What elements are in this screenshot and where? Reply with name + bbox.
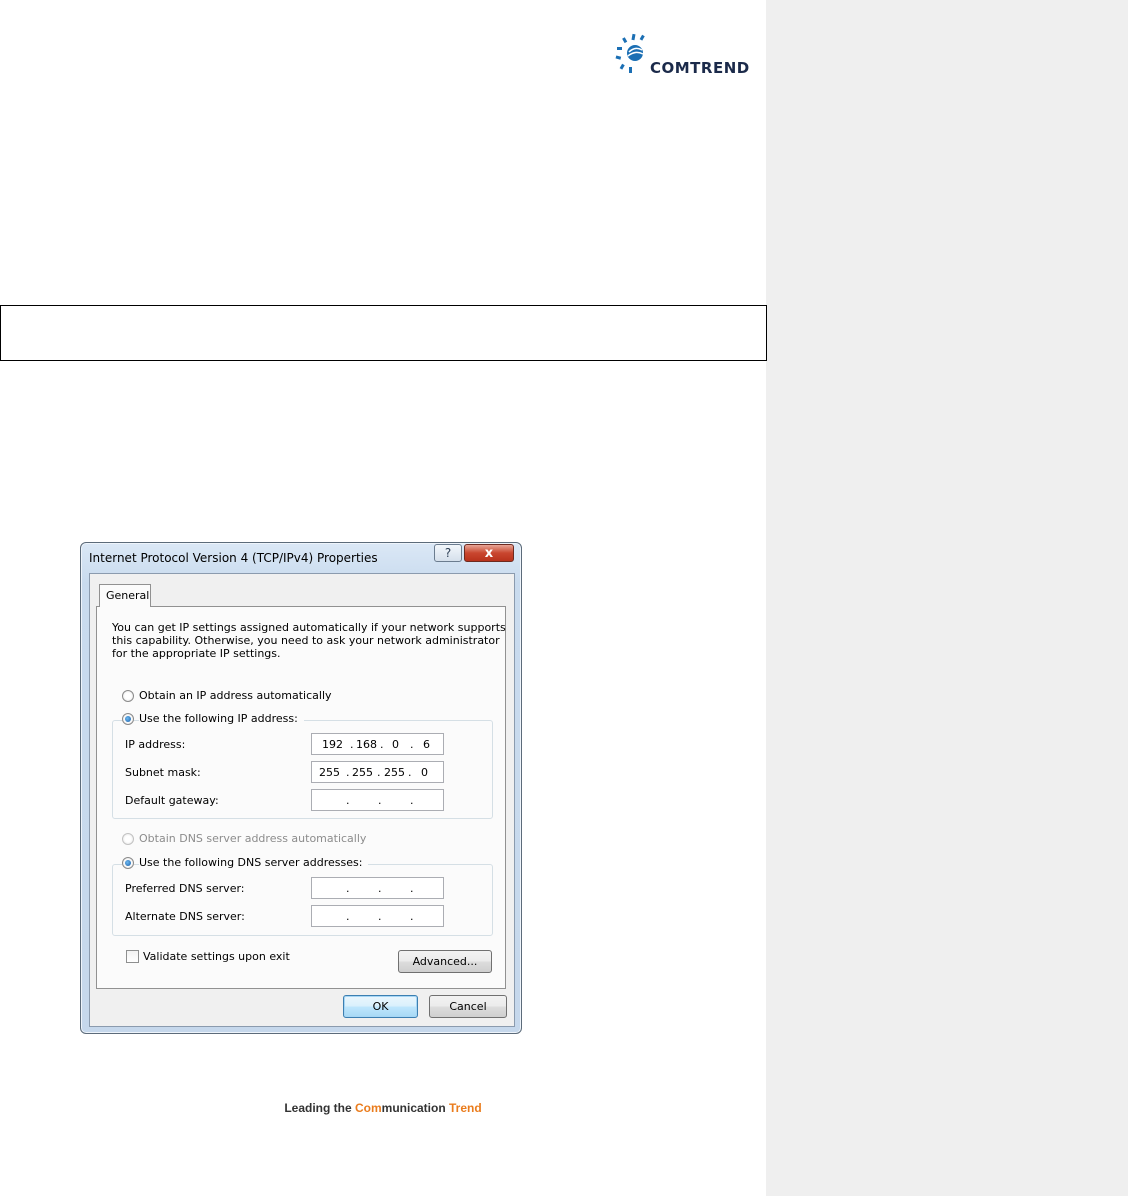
dialog-title: Internet Protocol Version 4 (TCP/IPv4) P… xyxy=(89,551,378,565)
general-tab-panel: You can get IP settings assigned automat… xyxy=(96,606,506,989)
help-button[interactable]: ? xyxy=(434,544,462,562)
intro-line: for the appropriate IP settings. xyxy=(112,647,281,660)
subnet-mask-label: Subnet mask: xyxy=(125,766,201,779)
default-gateway-label: Default gateway: xyxy=(125,794,219,807)
use-following-ip-label[interactable]: Use the following IP address: xyxy=(139,712,304,725)
use-following-dns-label[interactable]: Use the following DNS server addresses: xyxy=(139,856,369,869)
ip-address-field[interactable]: 192 . 168 . 0 . 6 xyxy=(311,733,444,755)
obtain-dns-auto-radio[interactable] xyxy=(122,833,134,845)
dialog-body: General You can get IP settings assigned… xyxy=(89,573,515,1027)
tagline-accent: Trend xyxy=(449,1101,482,1115)
validate-settings-label[interactable]: Validate settings upon exit xyxy=(143,950,290,963)
empty-bordered-box xyxy=(0,305,767,361)
preferred-dns-label: Preferred DNS server: xyxy=(125,882,245,895)
default-gateway-field[interactable]: . . . xyxy=(311,789,444,811)
ip-address-label: IP address: xyxy=(125,738,186,751)
subnet-mask-field[interactable]: 255 . 255 . 255 . 0 xyxy=(311,761,444,783)
ok-button[interactable]: OK xyxy=(343,995,418,1018)
footer-tagline: Leading the Communication Trend xyxy=(0,1101,766,1115)
tagline-part: Leading the xyxy=(284,1101,355,1115)
use-following-dns-radio[interactable] xyxy=(122,857,134,869)
tab-general[interactable]: General xyxy=(99,584,151,607)
intro-text: You can get IP settings assigned automat… xyxy=(112,621,506,660)
page-margin-panel xyxy=(766,0,1128,1196)
alternate-dns-label: Alternate DNS server: xyxy=(125,910,245,923)
obtain-dns-auto-label[interactable]: Obtain DNS server address automatically xyxy=(139,832,366,845)
tcpip-properties-dialog: Internet Protocol Version 4 (TCP/IPv4) P… xyxy=(80,542,522,1034)
advanced-button[interactable]: Advanced... xyxy=(398,950,492,973)
close-button[interactable]: x xyxy=(464,544,514,562)
preferred-dns-field[interactable]: . . . xyxy=(311,877,444,899)
obtain-ip-auto-label[interactable]: Obtain an IP address automatically xyxy=(139,689,332,702)
comtrend-logo-text: COMTREND xyxy=(650,59,750,77)
comtrend-logo-mark-icon xyxy=(615,33,645,73)
use-following-ip-radio[interactable] xyxy=(122,713,134,725)
comtrend-logo: COMTREND xyxy=(612,30,762,80)
obtain-ip-auto-radio[interactable] xyxy=(122,690,134,702)
intro-line: You can get IP settings assigned automat… xyxy=(112,621,506,634)
tagline-accent: Com xyxy=(354,1101,382,1115)
tagline-part: munication xyxy=(381,1101,449,1115)
cancel-button[interactable]: Cancel xyxy=(429,995,507,1018)
validate-settings-checkbox[interactable] xyxy=(126,950,139,963)
intro-line: this capability. Otherwise, you need to … xyxy=(112,634,500,647)
alternate-dns-field[interactable]: . . . xyxy=(311,905,444,927)
